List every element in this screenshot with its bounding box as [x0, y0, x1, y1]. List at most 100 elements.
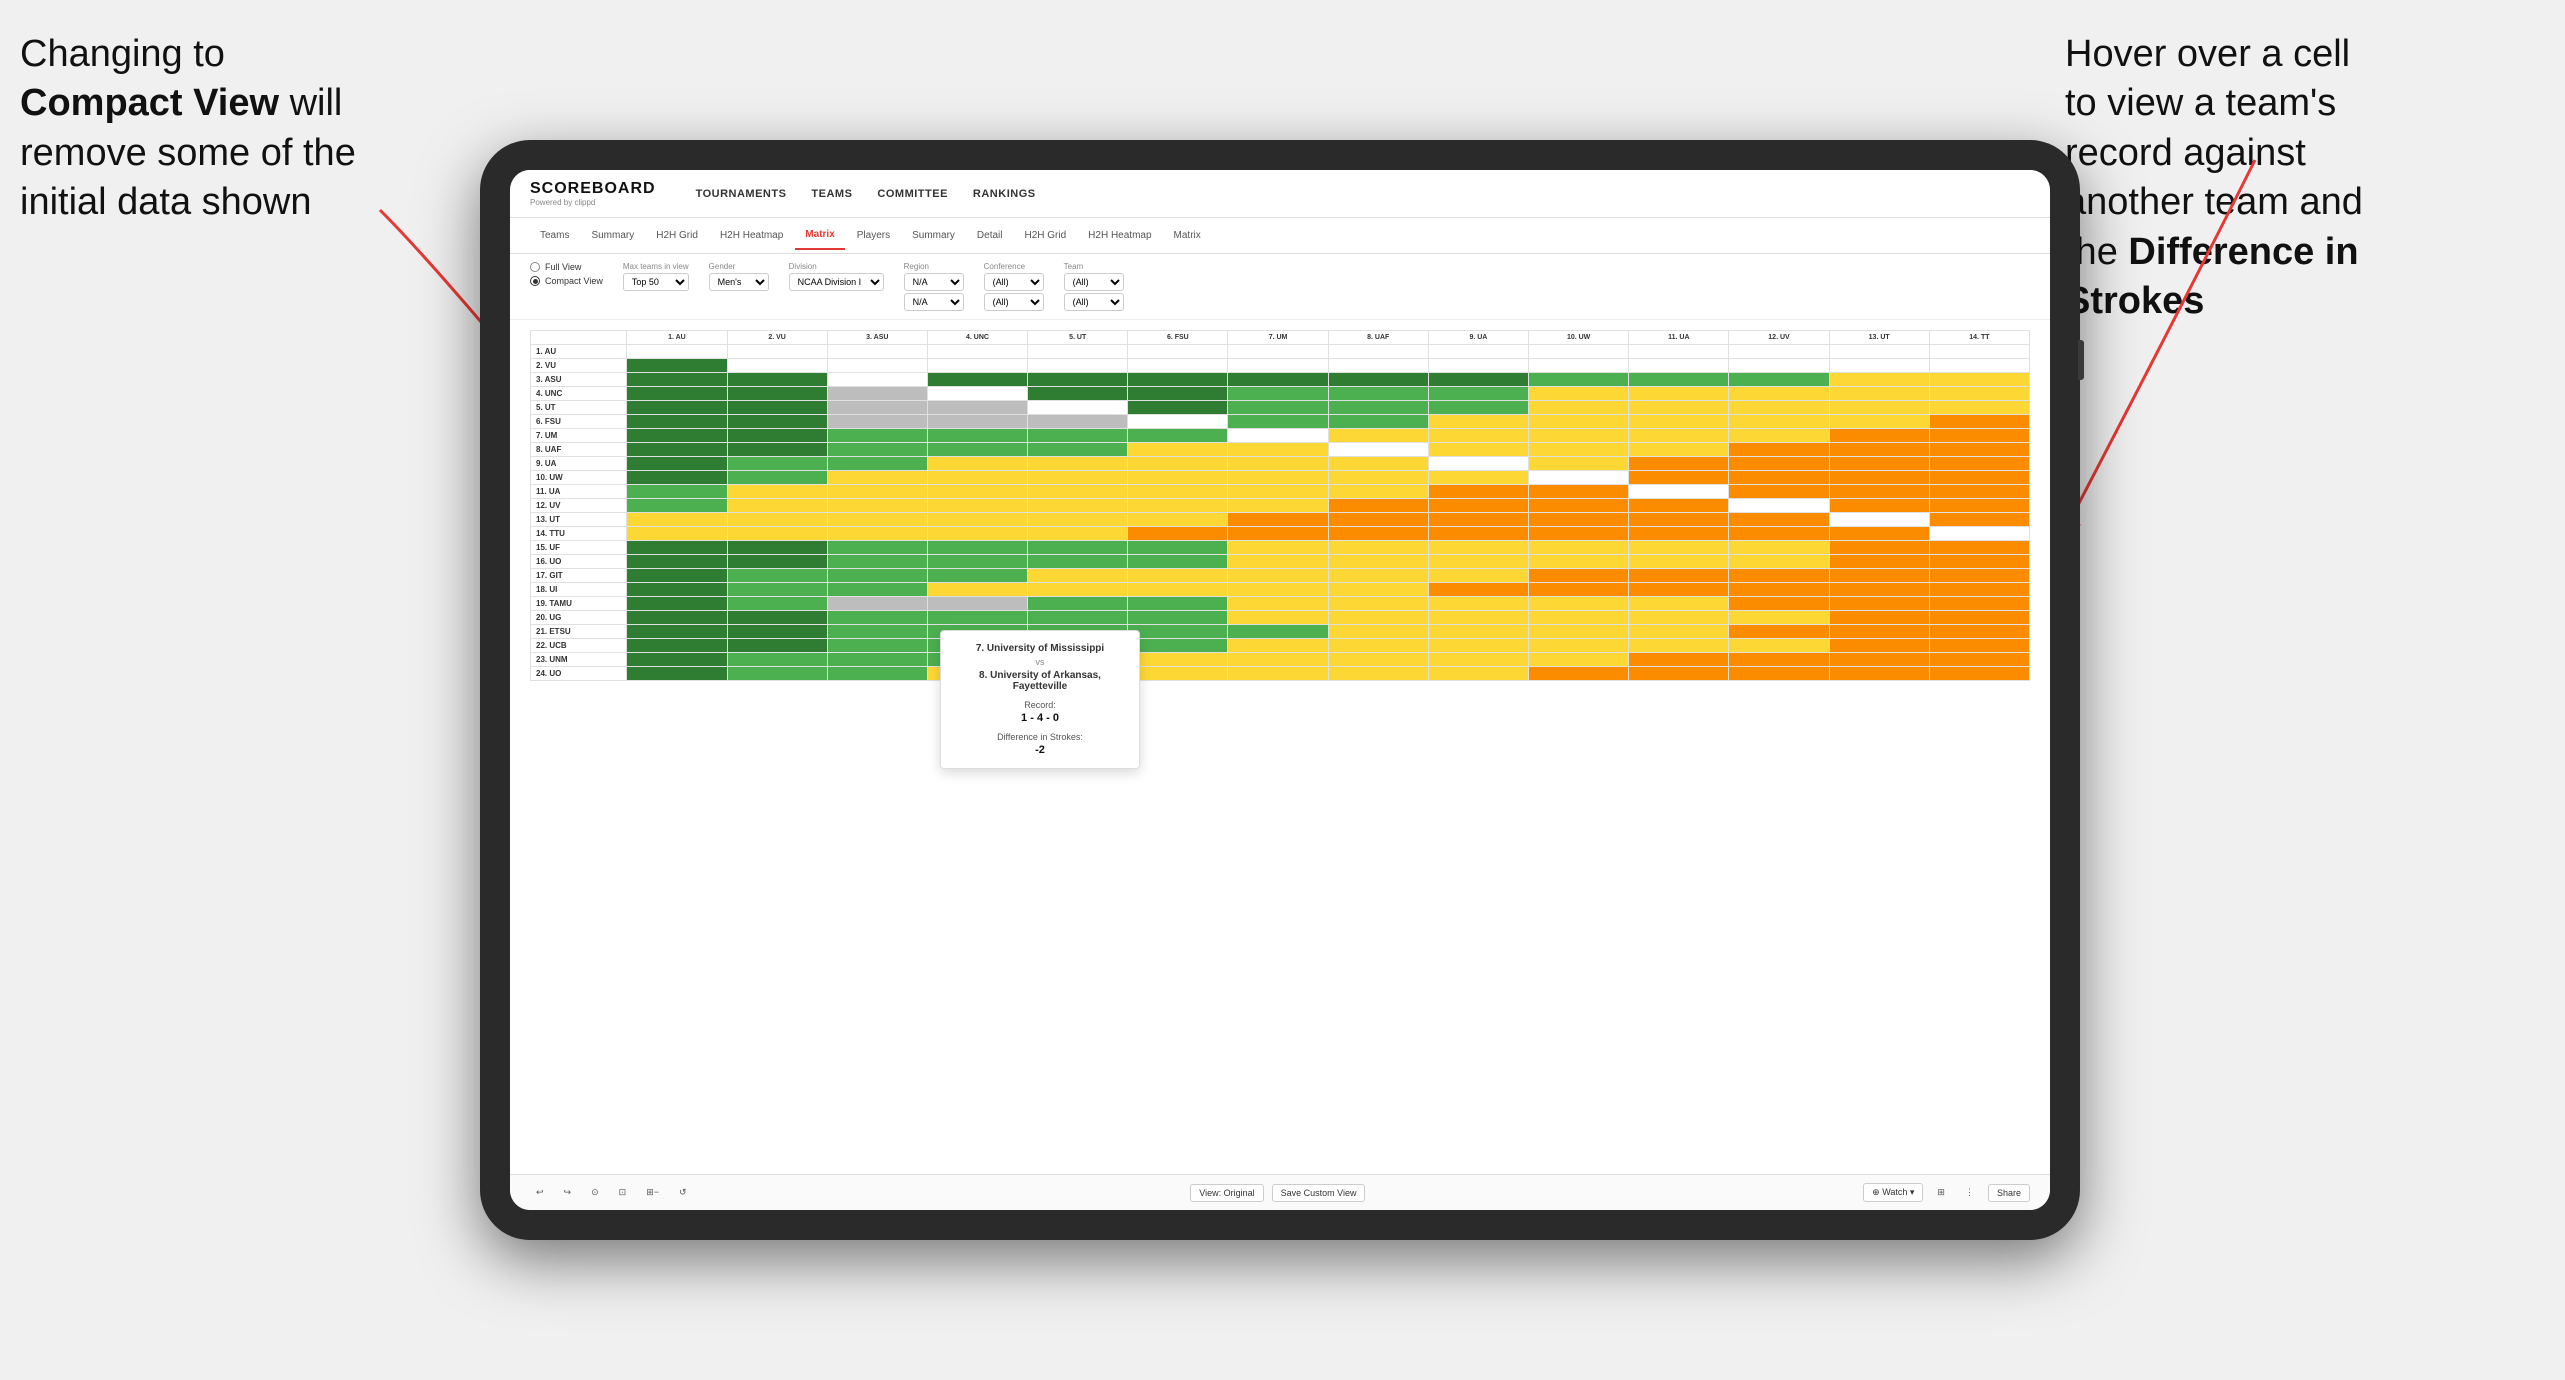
cell-6-3[interactable]: [827, 415, 927, 429]
cell-6-10[interactable]: [1529, 415, 1629, 429]
cell-10-1[interactable]: [627, 471, 727, 485]
cell-5-9[interactable]: [1428, 401, 1528, 415]
cell-14-5[interactable]: [1028, 527, 1128, 541]
cell-8-11[interactable]: [1629, 443, 1729, 457]
cell-15-14[interactable]: [1929, 541, 2029, 555]
cell-18-10[interactable]: [1529, 583, 1629, 597]
cell-6-1[interactable]: [627, 415, 727, 429]
cell-12-4[interactable]: [927, 499, 1027, 513]
cell-10-13[interactable]: [1829, 471, 1929, 485]
cell-5-1[interactable]: [627, 401, 727, 415]
cell-16-14[interactable]: [1929, 555, 2029, 569]
cell-11-10[interactable]: [1529, 485, 1629, 499]
cell-19-8[interactable]: [1328, 597, 1428, 611]
cell-18-13[interactable]: [1829, 583, 1929, 597]
cell-12-9[interactable]: [1428, 499, 1528, 513]
cell-3-9[interactable]: [1428, 373, 1528, 387]
cell-17-11[interactable]: [1629, 569, 1729, 583]
cell-21-14[interactable]: [1929, 625, 2029, 639]
cell-2-1[interactable]: [627, 359, 727, 373]
cell-15-13[interactable]: [1829, 541, 1929, 555]
cell-14-11[interactable]: [1629, 527, 1729, 541]
cell-8-4[interactable]: [927, 443, 1027, 457]
full-view-radio[interactable]: [530, 262, 540, 272]
cell-1-7[interactable]: [1228, 345, 1328, 359]
cell-23-1[interactable]: [627, 653, 727, 667]
undo-btn[interactable]: ↩: [530, 1184, 550, 1201]
refresh-btn[interactable]: ↺: [673, 1184, 693, 1201]
cell-2-12[interactable]: [1729, 359, 1829, 373]
cell-2-9[interactable]: [1428, 359, 1528, 373]
cell-13-12[interactable]: [1729, 513, 1829, 527]
subtab-h2hgrid2[interactable]: H2H Grid: [1014, 222, 1076, 249]
cell-20-1[interactable]: [627, 611, 727, 625]
cell-1-4[interactable]: [927, 345, 1027, 359]
cell-13-2[interactable]: [727, 513, 827, 527]
cell-21-6[interactable]: [1128, 625, 1228, 639]
cell-15-7[interactable]: [1228, 541, 1328, 555]
cell-12-13[interactable]: [1829, 499, 1929, 513]
cell-23-13[interactable]: [1829, 653, 1929, 667]
cell-13-5[interactable]: [1028, 513, 1128, 527]
cell-14-12[interactable]: [1729, 527, 1829, 541]
cell-6-5[interactable]: [1028, 415, 1128, 429]
cell-9-9[interactable]: [1428, 457, 1528, 471]
cell-17-9[interactable]: [1428, 569, 1528, 583]
cell-2-5[interactable]: [1028, 359, 1128, 373]
cell-20-8[interactable]: [1328, 611, 1428, 625]
cell-18-6[interactable]: [1128, 583, 1228, 597]
cell-20-2[interactable]: [727, 611, 827, 625]
cell-5-8[interactable]: [1328, 401, 1428, 415]
subtab-h2hheatmap2[interactable]: H2H Heatmap: [1078, 222, 1161, 249]
cell-18-8[interactable]: [1328, 583, 1428, 597]
cell-15-9[interactable]: [1428, 541, 1528, 555]
cell-22-11[interactable]: [1629, 639, 1729, 653]
cell-18-1[interactable]: [627, 583, 727, 597]
cell-5-7[interactable]: [1228, 401, 1328, 415]
cell-22-8[interactable]: [1328, 639, 1428, 653]
cell-1-9[interactable]: [1428, 345, 1528, 359]
cell-20-13[interactable]: [1829, 611, 1929, 625]
cell-24-6[interactable]: [1128, 667, 1228, 681]
cell-14-4[interactable]: [927, 527, 1027, 541]
cell-1-1[interactable]: [627, 345, 727, 359]
cell-13-7[interactable]: [1228, 513, 1328, 527]
cell-16-3[interactable]: [827, 555, 927, 569]
cell-17-8[interactable]: [1328, 569, 1428, 583]
cell-4-4[interactable]: [927, 387, 1027, 401]
cell-18-2[interactable]: [727, 583, 827, 597]
cell-8-7[interactable]: [1228, 443, 1328, 457]
cell-6-2[interactable]: [727, 415, 827, 429]
cell-8-9[interactable]: [1428, 443, 1528, 457]
cell-9-1[interactable]: [627, 457, 727, 471]
cell-4-9[interactable]: [1428, 387, 1528, 401]
cell-17-1[interactable]: [627, 569, 727, 583]
conference-select2[interactable]: (All): [984, 293, 1044, 311]
cell-24-2[interactable]: [727, 667, 827, 681]
cell-2-3[interactable]: [827, 359, 927, 373]
cell-7-10[interactable]: [1529, 429, 1629, 443]
cell-8-6[interactable]: [1128, 443, 1228, 457]
region-select1[interactable]: N/A: [904, 273, 964, 291]
cell-10-4[interactable]: [927, 471, 1027, 485]
cell-11-3[interactable]: [827, 485, 927, 499]
cell-13-10[interactable]: [1529, 513, 1629, 527]
cell-4-10[interactable]: [1529, 387, 1629, 401]
cell-24-12[interactable]: [1729, 667, 1829, 681]
cell-22-14[interactable]: [1929, 639, 2029, 653]
cell-20-9[interactable]: [1428, 611, 1528, 625]
cell-15-10[interactable]: [1529, 541, 1629, 555]
cell-1-14[interactable]: [1929, 345, 2029, 359]
cell-14-14[interactable]: [1929, 527, 2029, 541]
subtab-matrix[interactable]: Matrix: [795, 221, 844, 250]
cell-4-5[interactable]: [1028, 387, 1128, 401]
cell-13-11[interactable]: [1629, 513, 1729, 527]
cell-1-10[interactable]: [1529, 345, 1629, 359]
cell-13-8[interactable]: [1328, 513, 1428, 527]
cell-3-5[interactable]: [1028, 373, 1128, 387]
cell-24-14[interactable]: [1929, 667, 2029, 681]
cell-10-10[interactable]: [1529, 471, 1629, 485]
cell-3-2[interactable]: [727, 373, 827, 387]
cell-17-7[interactable]: [1228, 569, 1328, 583]
cell-2-8[interactable]: [1328, 359, 1428, 373]
